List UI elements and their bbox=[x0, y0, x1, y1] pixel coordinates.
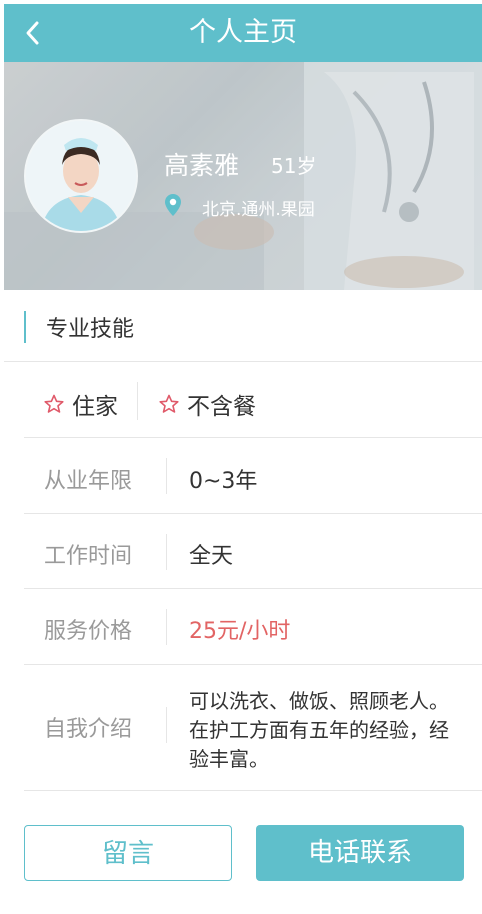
user-name: 高素雅 bbox=[164, 151, 240, 180]
work-time-label: 工作时间 bbox=[44, 544, 133, 569]
divider bbox=[166, 609, 167, 645]
profile-banner: 高素雅 51岁 北京.通州.果园 bbox=[4, 62, 482, 290]
star-outline-icon bbox=[44, 394, 64, 413]
navbar: 个人主页 bbox=[4, 4, 482, 62]
avatar bbox=[24, 119, 138, 233]
skill-tag-label: 住家 bbox=[72, 394, 118, 420]
user-location: 北京.通州.果园 bbox=[202, 200, 315, 220]
skill-tags-row: 住家 不含餐 bbox=[24, 362, 482, 438]
intro-label: 自我介绍 bbox=[44, 717, 133, 742]
call-button[interactable]: 电话联系 bbox=[256, 825, 464, 881]
skill-tag-label: 不含餐 bbox=[187, 394, 256, 420]
divider bbox=[137, 382, 138, 420]
message-button[interactable]: 留言 bbox=[24, 825, 232, 881]
skills-section-header: 专业技能 bbox=[4, 290, 482, 362]
divider bbox=[166, 707, 167, 743]
price-label: 服务价格 bbox=[44, 619, 133, 644]
intro-text: 可以洗衣、做饭、照顾老人。在护工方面有五年的经验，经验丰富。 bbox=[189, 689, 449, 771]
price-value: 25元/小时 bbox=[189, 619, 291, 644]
work-time-value: 全天 bbox=[189, 544, 234, 569]
star-outline-icon bbox=[159, 394, 179, 413]
skill-tag: 住家 bbox=[44, 387, 118, 421]
divider bbox=[166, 458, 167, 494]
user-age: 51岁 bbox=[271, 154, 317, 178]
section-accent-bar bbox=[24, 311, 26, 343]
skill-tag: 不含餐 bbox=[159, 387, 256, 421]
work-time-row: 工作时间 全天 bbox=[24, 514, 482, 589]
page-title: 个人主页 bbox=[189, 17, 297, 48]
map-pin-icon bbox=[165, 194, 181, 216]
experience-row: 从业年限 0~3年 bbox=[24, 438, 482, 514]
section-title: 专业技能 bbox=[46, 317, 135, 342]
divider bbox=[166, 534, 167, 570]
experience-value: 0~3年 bbox=[189, 469, 258, 494]
price-row: 服务价格 25元/小时 bbox=[24, 589, 482, 665]
nurse-portrait-image bbox=[26, 121, 136, 231]
intro-row: 自我介绍 可以洗衣、做饭、照顾老人。在护工方面有五年的经验，经验丰富。 bbox=[24, 665, 482, 791]
experience-label: 从业年限 bbox=[44, 469, 133, 494]
